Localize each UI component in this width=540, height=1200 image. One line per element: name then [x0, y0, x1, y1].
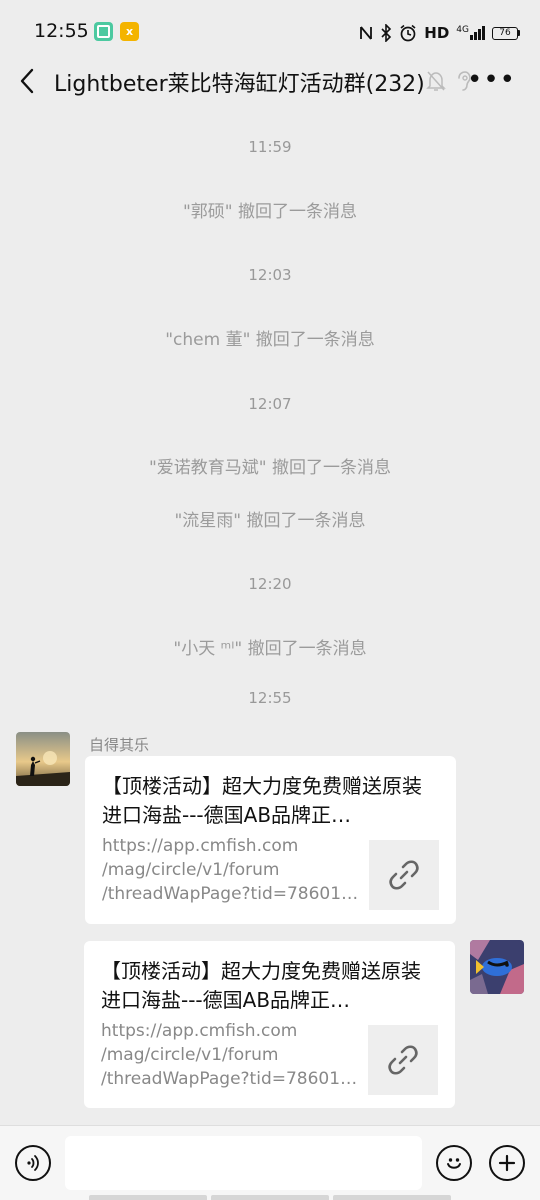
emoji-button[interactable] — [436, 1145, 472, 1181]
url-line: https://app.cmfish.com — [102, 836, 299, 856]
url-line: /mag/circle/v1/forum — [102, 860, 280, 880]
more-icon[interactable]: ••• — [467, 67, 516, 93]
system-icons: HD 4G 76 — [359, 22, 520, 44]
link-card-incoming[interactable]: 【顶楼活动】超大力度免费赠送原装进口海盐---德国AB品牌正… https://… — [85, 756, 456, 924]
message-input[interactable] — [65, 1136, 422, 1190]
link-card-url: https://app.cmfish.com /mag/circle/v1/fo… — [102, 834, 362, 906]
timestamp: 12:55 — [248, 689, 292, 707]
link-icon — [389, 860, 419, 890]
hd-indicator: HD — [424, 24, 450, 42]
sender-name: 自得其乐 — [89, 736, 150, 754]
link-card-title: 【顶楼活动】超大力度免费赠送原装进口海盐---德国AB品牌正… — [102, 774, 422, 827]
recall-notice: "爱诺教育马斌" 撤回了一条消息 — [148, 458, 392, 478]
mute-bell-icon — [426, 71, 446, 91]
chat-header: Lightbeter莱比特海缸灯活动群(232) ••• — [0, 56, 540, 108]
panel-hint — [89, 1195, 451, 1200]
signal-type: 4G — [456, 25, 469, 35]
timestamp: 12:03 — [248, 266, 292, 284]
timestamp: 12:07 — [248, 395, 292, 413]
voice-icon — [27, 1155, 39, 1171]
link-card-outgoing[interactable]: 【顶楼活动】超大力度免费赠送原装进口海盐---德国AB品牌正… https://… — [84, 941, 455, 1108]
nfc-icon — [360, 26, 373, 40]
link-thumbnail — [369, 840, 439, 910]
recall-notice: "小天 ᵐᴵ" 撤回了一条消息 — [173, 639, 367, 659]
alarm-icon — [400, 24, 416, 42]
input-bar — [0, 1125, 540, 1200]
emoji-icon — [447, 1158, 461, 1169]
sender-avatar[interactable] — [16, 732, 70, 786]
signal-icon: 4G — [456, 26, 485, 40]
xi-notification-icon: x — [120, 22, 139, 41]
app-notification-icon — [94, 22, 113, 41]
link-thumbnail — [368, 1025, 438, 1095]
url-line: https://app.cmfish.com — [101, 1021, 298, 1041]
recall-notice: "流星雨" 撤回了一条消息 — [174, 511, 366, 531]
plus-icon — [498, 1154, 516, 1172]
status-bar: 12:55 x HD 4G 76 — [0, 0, 540, 60]
more-functions-button[interactable] — [489, 1145, 525, 1181]
link-card-title: 【顶楼活动】超大力度免费赠送原装进口海盐---德国AB品牌正… — [101, 959, 421, 1012]
status-time: 12:55 — [34, 20, 89, 42]
bluetooth-icon — [381, 24, 392, 42]
battery-icon: 76 — [492, 26, 520, 40]
battery-level: 76 — [492, 26, 518, 40]
chat-title: Lightbeter莱比特海缸灯活动群(232) — [54, 72, 425, 97]
recall-notice: "郭硕" 撤回了一条消息 — [182, 202, 358, 222]
back-icon[interactable] — [14, 66, 44, 96]
url-line: /threadWapPage?tid=78601… — [101, 1069, 358, 1089]
timestamp: 12:20 — [248, 575, 292, 593]
url-line: /mag/circle/v1/forum — [101, 1045, 279, 1065]
timestamp: 11:59 — [248, 138, 292, 156]
link-icon — [388, 1045, 418, 1075]
my-avatar[interactable] — [470, 940, 524, 994]
url-line: /threadWapPage?tid=78601… — [102, 884, 359, 904]
voice-button[interactable] — [15, 1145, 51, 1181]
recall-notice: "chem 董" 撤回了一条消息 — [165, 330, 375, 350]
link-card-url: https://app.cmfish.com /mag/circle/v1/fo… — [101, 1019, 361, 1091]
